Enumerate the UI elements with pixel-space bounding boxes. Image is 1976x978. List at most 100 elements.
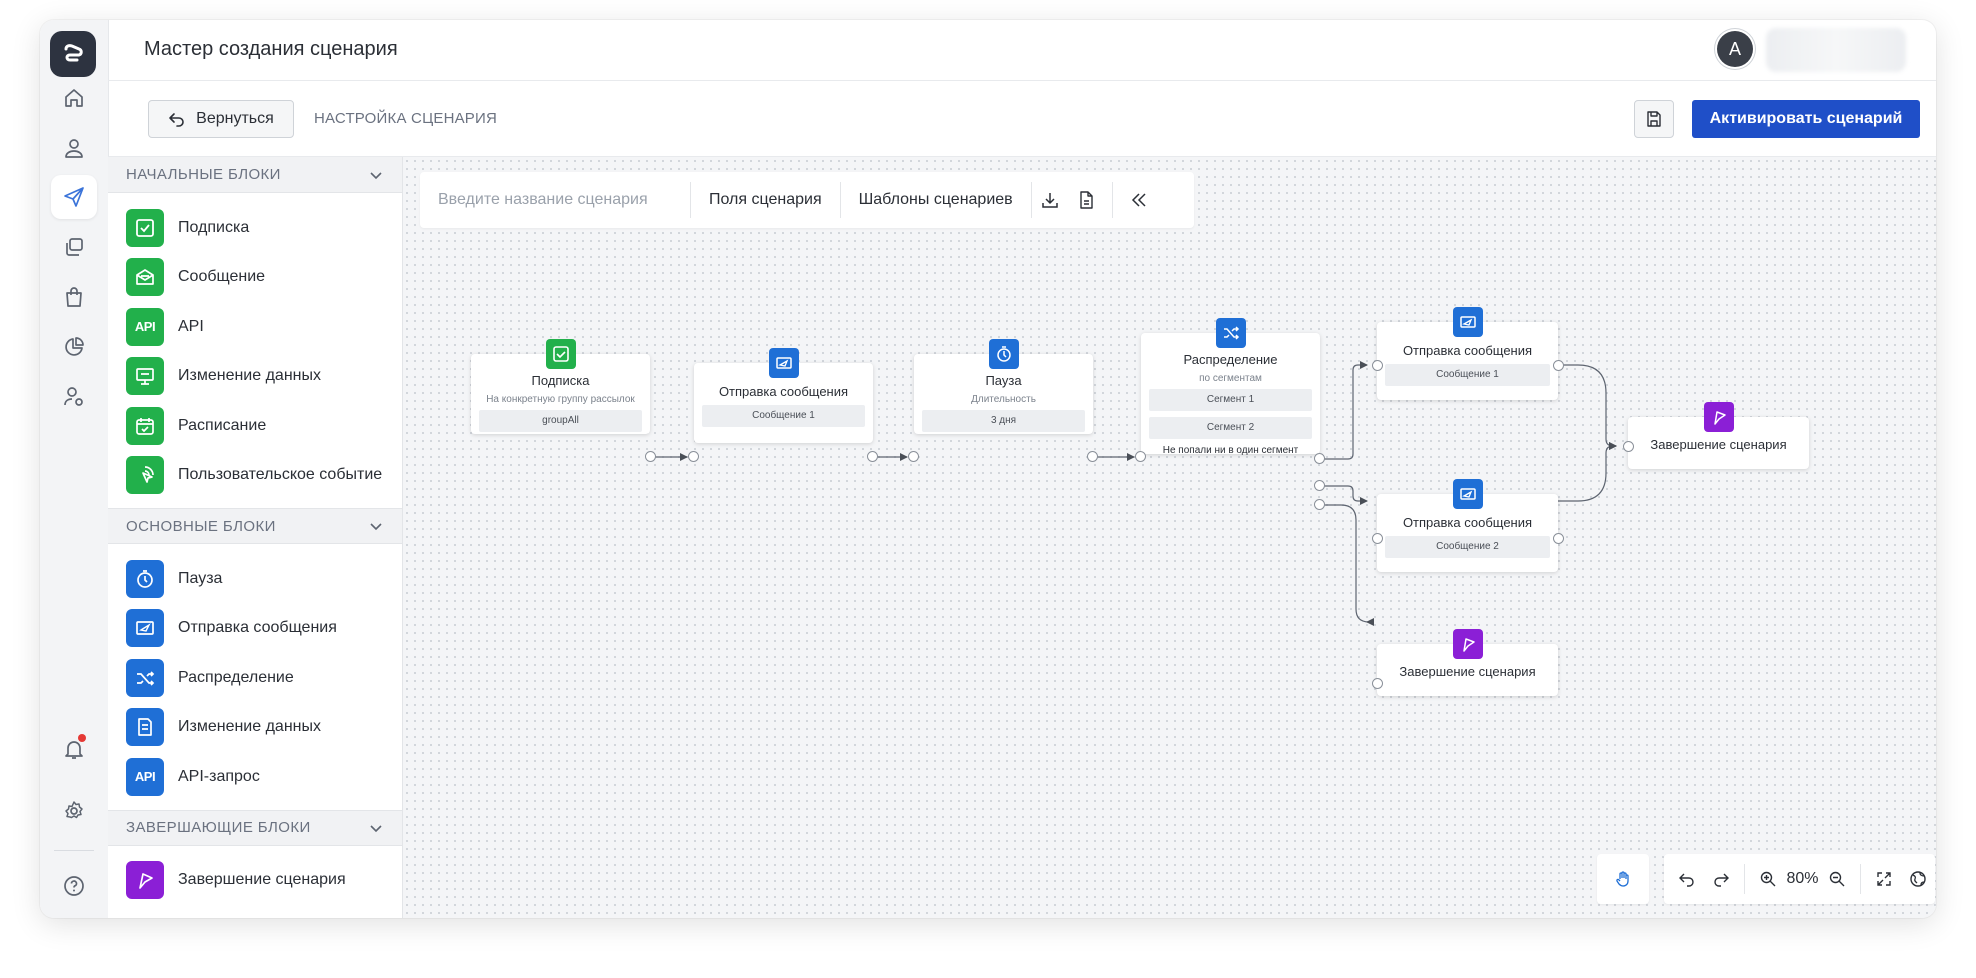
calendar-icon	[126, 406, 164, 445]
message-send-icon	[1452, 307, 1483, 337]
palette-section-start[interactable]: НАЧАЛЬНЫЕ БЛОКИ	[108, 157, 402, 193]
pan-button[interactable]	[1597, 854, 1649, 904]
globe-button[interactable]	[1901, 854, 1935, 904]
zoom-out-button[interactable]	[1821, 854, 1855, 904]
floppy-disk-icon	[1647, 111, 1661, 127]
port-out[interactable]	[867, 451, 878, 462]
scenario-canvas[interactable]: Поля сценария Шаблоны сценариев	[403, 157, 1936, 918]
palette-item-label: Пауза	[178, 569, 223, 587]
timer-icon	[126, 559, 164, 598]
palette-item-data-change[interactable]: Изменение данных	[108, 352, 402, 402]
palette-item-label: Пользовательское событие	[178, 466, 383, 484]
nav-notifications[interactable]	[51, 727, 97, 771]
nav-scenarios[interactable]	[51, 175, 97, 219]
back-button[interactable]: Вернуться	[148, 100, 294, 138]
nav-home[interactable]	[51, 76, 97, 120]
redo-icon	[1714, 873, 1729, 887]
port-out[interactable]	[1087, 451, 1098, 462]
node-subtitle: по сегментам	[1199, 373, 1262, 384]
port-in[interactable]	[1372, 533, 1383, 544]
palette-item-message[interactable]: Сообщение	[108, 253, 402, 303]
node-title: Отправка сообщения	[1402, 343, 1533, 358]
zoom-in-button[interactable]	[1751, 854, 1785, 904]
undo-icon	[1678, 873, 1694, 887]
node-end-scenario-right[interactable]: Завершение сценария	[1628, 402, 1809, 469]
data-edit-icon	[126, 708, 164, 747]
avatar[interactable]: A	[1717, 31, 1753, 67]
node-title: Завершение сценария	[1650, 437, 1787, 452]
palette-item-distribution[interactable]: Распределение	[108, 653, 402, 703]
node-send-message-1[interactable]: Отправка сообщения Сообщение 1	[694, 348, 873, 443]
palette-item-custom-event[interactable]: Пользовательское событие	[108, 451, 402, 501]
port-out[interactable]	[1553, 360, 1564, 371]
save-button[interactable]	[1634, 100, 1674, 138]
port-in[interactable]	[1372, 678, 1383, 689]
app-logo[interactable]	[50, 31, 96, 77]
api-icon: API	[126, 757, 164, 796]
palette-item-end-scenario[interactable]: Завершение сценария	[108, 856, 402, 906]
node-chip: groupAll	[479, 410, 642, 432]
node-distribution[interactable]: Распределение по сегментам Сегмент 1 Сег…	[1141, 318, 1320, 456]
nav-analytics[interactable]	[51, 325, 97, 369]
hand-icon	[1616, 871, 1629, 887]
activate-scenario-button[interactable]: Активировать сценарий	[1692, 100, 1920, 138]
chevron-down-icon	[370, 523, 382, 531]
palette-item-label: API	[178, 317, 204, 335]
port-in[interactable]	[1372, 360, 1383, 371]
palette-item-subscribe[interactable]: Подписка	[108, 203, 402, 253]
flow-edges	[651, 361, 1617, 626]
palette-item-api[interactable]: API API	[108, 302, 402, 352]
node-chip: Сообщение 1	[702, 405, 865, 427]
palette-item-pause[interactable]: Пауза	[108, 554, 402, 604]
rail-divider	[54, 850, 94, 851]
node-send-message-mid[interactable]: Отправка сообщения Сообщение 2	[1377, 479, 1558, 572]
port-out[interactable]	[1553, 533, 1564, 544]
flag-icon	[1452, 629, 1483, 659]
palette-item-label: Отправка сообщения	[178, 619, 337, 637]
node-end-scenario-bottom[interactable]: Завершение сценария	[1377, 629, 1558, 696]
redo-button[interactable]	[1704, 854, 1738, 904]
port-out[interactable]	[645, 451, 656, 462]
node-subscribe[interactable]: Подписка На конкретную группу рассылок g…	[471, 339, 650, 434]
port-in[interactable]	[688, 451, 699, 462]
zoom-out-icon	[1830, 871, 1845, 887]
undo-button[interactable]	[1670, 854, 1704, 904]
nav-templates[interactable]	[51, 225, 97, 269]
fit-view-button[interactable]	[1867, 854, 1901, 904]
node-chip: Сообщение 2	[1385, 536, 1550, 558]
chevron-down-icon	[370, 824, 382, 832]
port-in[interactable]	[1135, 451, 1146, 462]
palette-section-main[interactable]: ОСНОВНЫЕ БЛОКИ	[108, 508, 402, 544]
palette-item-data-change-main[interactable]: Изменение данных	[108, 703, 402, 753]
edge-seg2-sendmid	[1320, 485, 1368, 505]
port-out-seg1[interactable]	[1314, 453, 1325, 464]
node-title: Подписка	[531, 373, 590, 388]
port-out-seg2[interactable]	[1314, 480, 1325, 491]
edge-seg3-endbottom	[1320, 504, 1374, 626]
gear-icon	[65, 801, 83, 819]
port-in[interactable]	[908, 451, 919, 462]
port-in[interactable]	[1623, 441, 1634, 452]
nav-shop[interactable]	[51, 275, 97, 319]
section-title: ЗАВЕРШАЮЩИЕ БЛОКИ	[126, 819, 311, 836]
port-out-seg3[interactable]	[1314, 499, 1325, 510]
nav-settings[interactable]	[51, 789, 97, 833]
envelope-open-icon	[126, 258, 164, 297]
app-window: Мастер создания сценария A Вернуться НАС…	[40, 20, 1936, 918]
palette-item-schedule[interactable]: Расписание	[108, 401, 402, 451]
nav-user-settings[interactable]	[51, 375, 97, 419]
node-send-message-top[interactable]: Отправка сообщения Сообщение 1	[1377, 307, 1558, 400]
user-name-blurred[interactable]	[1766, 28, 1906, 72]
node-pause[interactable]: Пауза Длительность 3 дня	[914, 339, 1093, 434]
nav-help[interactable]	[51, 864, 97, 908]
shuffle-icon	[126, 658, 164, 697]
palette-item-label: API-запрос	[178, 767, 260, 785]
logo-icon	[64, 44, 83, 62]
palette-item-send-message[interactable]: Отправка сообщения	[108, 604, 402, 654]
flag-icon	[126, 861, 164, 900]
palette-item-api-request[interactable]: API API-запрос	[108, 752, 402, 802]
palette-section-end[interactable]: ЗАВЕРШАЮЩИЕ БЛОКИ	[108, 809, 402, 846]
node-title: Завершение сценария	[1399, 664, 1536, 679]
nav-contacts[interactable]	[51, 126, 97, 170]
pie-chart-icon	[65, 337, 84, 356]
